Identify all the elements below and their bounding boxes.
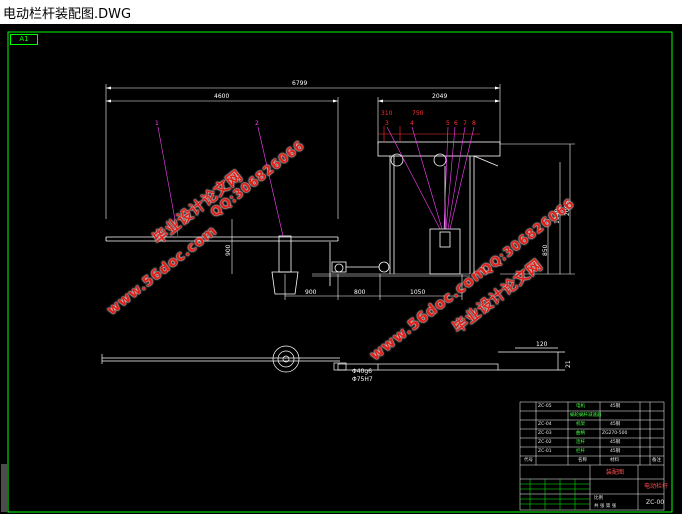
dim-310: 310 xyxy=(381,110,393,117)
plan-view xyxy=(101,345,565,373)
tb-row-4-code: ZC-03 xyxy=(538,431,552,436)
dim-right-span: 2049 xyxy=(432,93,448,100)
tb-row-1-mat: 45钢 xyxy=(610,404,621,409)
dim-900: 900 xyxy=(305,289,317,296)
fit-hole: Φ40g6 xyxy=(352,368,372,375)
tb-row-5-mat: 45钢 xyxy=(610,440,621,445)
tb-sheet-label: 共 张 第 张 xyxy=(594,504,617,509)
tb-scale-label: 比例 xyxy=(594,496,603,501)
cad-drawing-canvas[interactable]: A1 6799 4600 2049 310 750 900 900 800 10… xyxy=(0,24,682,514)
dim-750: 750 xyxy=(412,110,424,117)
tb-drawing-no: ZC-00 xyxy=(646,499,665,506)
tb-row-5-name: 连杆 xyxy=(576,440,585,445)
tb-row-4-name: 曲柄 xyxy=(576,431,585,436)
callout-5: 5 xyxy=(446,120,450,127)
dim-800: 800 xyxy=(354,289,366,296)
barrier-arm xyxy=(105,236,339,242)
tb-header-name: 名称 xyxy=(578,458,587,463)
tb-header-code: 代号 xyxy=(524,458,533,463)
tb-row-3-mat: 45钢 xyxy=(610,422,621,427)
leader-lines xyxy=(157,126,475,237)
window-title: 电动栏杆装配图.DWG xyxy=(3,7,132,22)
tb-row-1-code: ZC-05 xyxy=(538,404,552,409)
tb-row-1-name: 电机 xyxy=(576,404,585,409)
tb-row-2-name: 蜗轮蜗杆减速器 xyxy=(570,413,602,418)
dim-900-vertical: 900 xyxy=(225,244,232,256)
tb-company: 电动栏杆 xyxy=(644,483,669,490)
tb-row-3-name: 机架 xyxy=(576,422,585,427)
gantry-frame xyxy=(377,141,501,275)
callout-6: 6 xyxy=(454,120,458,127)
callout-2: 2 xyxy=(255,120,259,127)
pillar xyxy=(271,235,331,295)
motor-group xyxy=(331,261,390,273)
dim-21: 21 xyxy=(565,360,572,368)
dim-1050: 1050 xyxy=(410,289,426,296)
tb-header-note: 备注 xyxy=(652,458,661,463)
sheet-size-tag: A1 xyxy=(10,34,38,45)
tb-drawing-title: 装配图 xyxy=(606,469,625,476)
left-ruler xyxy=(1,464,7,512)
title-block-green xyxy=(520,479,590,510)
tb-row-3-code: ZC-04 xyxy=(538,422,552,427)
title-block xyxy=(519,401,665,511)
dim-overall-width: 6799 xyxy=(292,80,308,87)
tb-header-mat: 材料 xyxy=(610,458,619,463)
callout-7: 7 xyxy=(463,120,467,127)
window-titlebar: 电动栏杆装配图.DWG xyxy=(0,0,682,24)
callout-8: 8 xyxy=(472,120,476,127)
callout-4: 4 xyxy=(410,120,414,127)
fit-shaft: Φ75H7 xyxy=(352,376,373,383)
callout-3: 3 xyxy=(385,120,389,127)
tb-row-6-name: 栏杆 xyxy=(576,449,585,454)
tb-row-5-code: ZC-02 xyxy=(538,440,552,445)
tb-row-6-mat: 45钢 xyxy=(610,449,621,454)
callout-1: 1 xyxy=(155,120,159,127)
dim-120: 120 xyxy=(536,341,548,348)
dim-left-span: 4600 xyxy=(214,93,230,100)
dim-850: 850 xyxy=(542,244,549,256)
tb-row-4-mat: ZG270-500 xyxy=(602,431,628,436)
tb-row-6-code: ZC-01 xyxy=(538,449,552,454)
